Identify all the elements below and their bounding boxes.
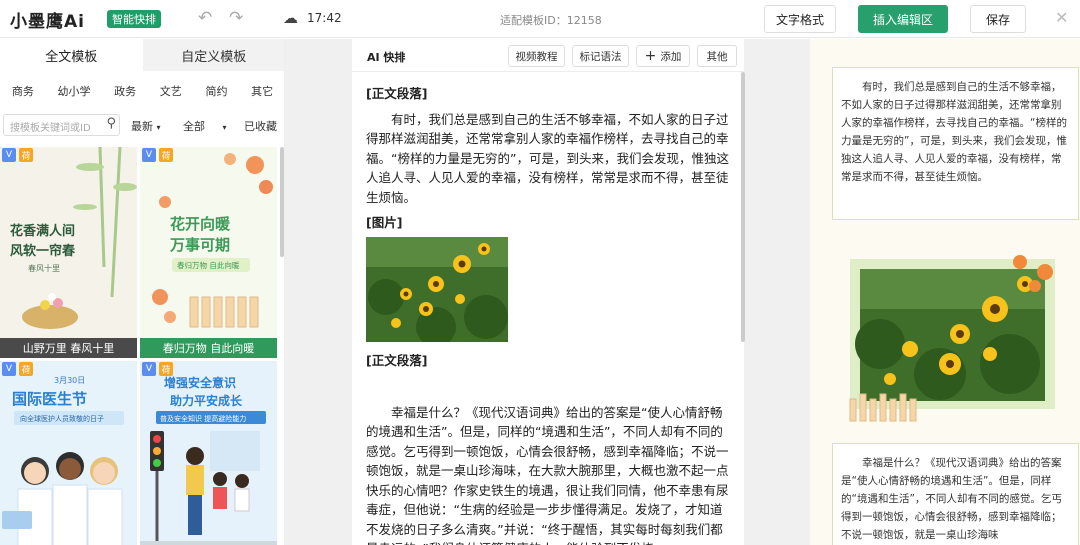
category-simple[interactable]: 简约 [205,83,227,99]
template-card[interactable]: 3月30日 国际医生节 向全球医护人员致敬的日子 V 荷 [0,361,137,545]
card-subtitle: 万事可期 [169,236,230,254]
card-title: 花开向暖 [170,215,231,233]
template-card[interactable]: 花香满人间 风软一帘春 春风十里 V 荷 山野万里 春风十里 [0,147,137,358]
editor-content[interactable]: [正文段落] 有时，我们总是感到自己的生活不够幸福，不如人家的日子过得那样滋润甜… [366,84,732,545]
card-title: 增强安全意识 [164,375,236,390]
card-illustration: 花香满人间 风软一帘春 春风十里 [0,147,137,358]
other-button[interactable]: 其他 [697,45,737,67]
vip-badge: V [2,148,16,162]
section-heading: [正文段落] [366,86,428,101]
preview-image [840,254,1060,424]
close-icon[interactable]: ✕ [1055,8,1068,27]
card-subtitle: 风软一帘春 [10,243,76,259]
editor-scrollbar[interactable] [741,72,745,342]
card-illustration: 花开向暖 万事可期 春归万物 自此向暖 [140,147,277,358]
preview-panel: 有时，我们总是感到自己的生活不够幸福，不如人家的日子过得那样滋润甜美，还常常拿别… [810,39,1080,545]
card-illustration: 增强安全意识 助力平安成长 普及安全知识 提高避险能力 [140,361,277,545]
add-button[interactable]: + 添加 [636,45,690,67]
vip-badge: V [2,362,16,376]
template-badge: 荷 [159,148,173,162]
plus-icon: + [644,48,657,64]
body-paragraph[interactable]: 有时，我们总是感到自己的生活不够幸福，不如人家的日子过得那样滋润甜美，还常常拿别… [366,110,732,208]
search-input[interactable]: 搜模板关键词或ID ⚲ [3,114,120,136]
card-illustration: 3月30日 国际医生节 向全球医护人员致敬的日子 [0,361,137,545]
template-panel: 全文模板 自定义模板 商务 幼小学 政务 文艺 简约 其它 搜模板关键词或ID … [0,39,285,545]
ai-layout-label: AI 快排 [367,51,406,64]
card-tag: 普及安全知识 提高避险能力 [160,414,246,423]
template-card[interactable]: 花开向暖 万事可期 春归万物 自此向暖 V 荷 春归万物 自此向暖 [140,147,277,358]
cloud-icon: ☁ [283,9,298,27]
markup-syntax-button[interactable]: 标记语法 [572,45,629,67]
card-date: 3月30日 [54,376,85,385]
logo-badge: 智能快排 [107,10,161,28]
app-logo[interactable]: 小墨鹰Ai [10,7,85,32]
card-caption: 春归万物 自此向暖 [140,338,277,358]
template-badge: 荷 [19,362,33,376]
insert-editor-button[interactable]: 插入编辑区 [858,5,948,33]
top-bar: 小墨鹰Ai 智能快排 ↶ ↷ ☁ 17:42 适配模板ID：12158 文字格式… [0,0,1080,38]
category-other[interactable]: 其它 [251,83,273,99]
search-icon[interactable]: ⚲ [106,116,116,131]
card-title: 花香满人间 [10,223,75,239]
chevron-down-icon: ▾ [156,123,161,132]
template-badge: 荷 [159,362,173,376]
text-format-button[interactable]: 文字格式 [764,5,836,33]
tab-full-template[interactable]: 全文模板 [0,39,143,71]
preview-paragraph: 幸福是什么？《现代汉语词典》给出的答案是“使人心情舒畅的境遇和生活”。但是，同样… [832,443,1079,545]
collected-filter[interactable]: 已收藏 [244,118,277,134]
save-time: 17:42 [307,11,342,25]
inserted-image[interactable] [366,236,508,347]
card-subtitle: 向全球医护人员致敬的日子 [20,414,104,423]
card-title: 国际医生节 [12,390,87,408]
template-id: 适配模板ID：12158 [500,14,602,27]
card-tag: 春归万物 自此向暖 [177,260,240,270]
category-school[interactable]: 幼小学 [57,83,90,99]
category-literary[interactable]: 文艺 [160,83,182,99]
redo-icon[interactable]: ↷ [229,8,243,28]
section-heading: [图片] [366,215,403,230]
template-badge: 荷 [19,148,33,162]
vip-badge: V [142,148,156,162]
section-heading: [正文段落] [366,353,428,368]
template-card[interactable]: 增强安全意识 助力平安成长 普及安全知识 提高避险能力 V 荷 [140,361,277,545]
category-government[interactable]: 政务 [114,83,136,99]
editor-toolbar: AI 快排 视频教程 标记语法 + 添加 其他 [352,39,744,72]
category-business[interactable]: 商务 [12,83,34,99]
body-paragraph[interactable]: 幸福是什么？《现代汉语词典》给出的答案是“使人心情舒畅的境遇和生活”。但是，同样… [366,403,732,545]
tab-custom-template[interactable]: 自定义模板 [142,39,284,71]
video-tutorial-button[interactable]: 视频教程 [508,45,565,67]
chevron-down-icon: ▾ [222,123,227,132]
card-subtitle: 助力平安成长 [170,393,243,408]
filter-select[interactable]: 全部 ▾ [183,118,227,134]
category-bar: 商务 幼小学 政务 文艺 简约 其它 [0,79,284,103]
sort-select[interactable]: 最新 ▾ [131,118,161,134]
card-tag: 春风十里 [28,263,60,273]
left-scrollbar[interactable] [280,147,284,257]
card-caption: 山野万里 春风十里 [0,338,137,358]
vip-badge: V [142,362,156,376]
preview-paragraph: 有时，我们总是感到自己的生活不够幸福，不如人家的日子过得那样滋润甜美，还常常拿别… [832,67,1079,220]
undo-icon[interactable]: ↶ [198,8,212,28]
save-button[interactable]: 保存 [970,5,1026,33]
markup-editor[interactable]: AI 快排 视频教程 标记语法 + 添加 其他 [正文段落] 有时，我们总是感到自… [352,39,744,545]
